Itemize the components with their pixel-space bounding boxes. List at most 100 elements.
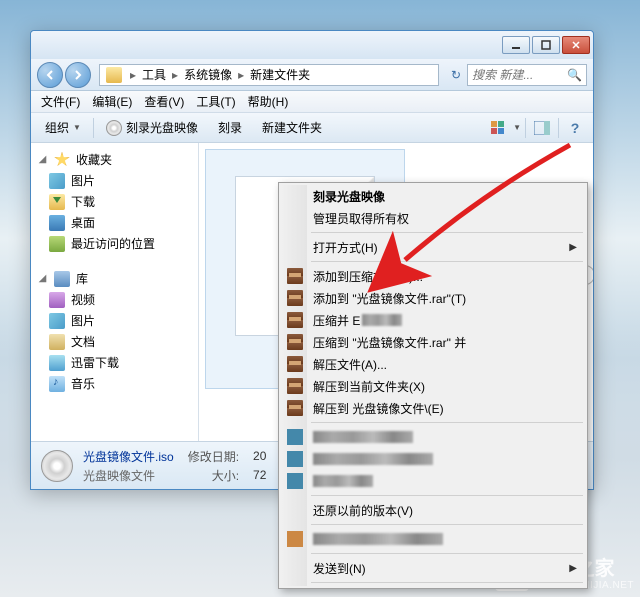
collapse-icon: ◢ xyxy=(37,273,48,284)
cm-blurred-2[interactable] xyxy=(281,448,585,470)
preview-pane-button[interactable] xyxy=(530,118,554,138)
cm-send-to[interactable]: 发送到(N)▶ xyxy=(281,557,585,579)
menu-edit[interactable]: 编辑(E) xyxy=(86,93,138,110)
cm-blurred-1[interactable] xyxy=(281,426,585,448)
divider xyxy=(93,118,94,138)
menu-separator xyxy=(311,495,583,496)
close-button[interactable] xyxy=(562,36,590,54)
music-icon xyxy=(49,376,65,392)
recent-icon xyxy=(49,236,65,252)
archive-icon xyxy=(287,400,303,416)
video-icon xyxy=(49,292,65,308)
blurred-text xyxy=(313,533,443,545)
search-input[interactable] xyxy=(472,68,567,82)
document-icon xyxy=(49,334,65,350)
app-icon xyxy=(287,531,303,547)
sidebar-label: 最近访问的位置 xyxy=(71,235,155,252)
new-folder-button[interactable]: 新建文件夹 xyxy=(254,116,330,139)
pictures-icon xyxy=(49,313,65,329)
maximize-button[interactable] xyxy=(532,36,560,54)
sidebar-label: 文档 xyxy=(71,333,95,350)
download-icon xyxy=(49,194,65,210)
desktop-icon xyxy=(49,215,65,231)
sidebar-libraries[interactable]: ◢库 xyxy=(31,268,198,289)
thunder-icon xyxy=(49,355,65,371)
toolbar: 组织▼ 刻录光盘映像 刻录 新建文件夹 ▼ ? xyxy=(31,113,593,143)
context-menu: 刻录光盘映像 管理员取得所有权 打开方式(H)▶ 添加到压缩文件(A)... 添… xyxy=(278,182,588,589)
cm-burn-image[interactable]: 刻录光盘映像 xyxy=(281,185,585,207)
sidebar-item-recent[interactable]: 最近访问的位置 xyxy=(31,233,198,254)
view-options-button[interactable] xyxy=(485,118,509,138)
help-button[interactable]: ? xyxy=(563,118,587,138)
menu-separator xyxy=(311,553,583,554)
sidebar-item-pictures[interactable]: 图片 xyxy=(31,310,198,331)
cm-blurred-3[interactable] xyxy=(281,470,585,492)
cm-add-archive[interactable]: 添加到压缩文件(A)... xyxy=(281,265,585,287)
burn-image-button[interactable]: 刻录光盘映像 xyxy=(98,116,206,139)
cm-add-to-rar[interactable]: 添加到 "光盘镜像文件.rar"(T) xyxy=(281,287,585,309)
collapse-icon: ◢ xyxy=(37,154,48,165)
minimize-button[interactable] xyxy=(502,36,530,54)
menubar: 文件(F) 编辑(E) 查看(V) 工具(T) 帮助(H) xyxy=(31,91,593,113)
cm-restore[interactable]: 还原以前的版本(V) xyxy=(281,499,585,521)
detail-filename: 光盘镜像文件.iso xyxy=(83,448,174,465)
pictures-icon xyxy=(49,173,65,189)
cm-extract-to[interactable]: 解压到 光盘镜像文件\(E) xyxy=(281,397,585,419)
blurred-text xyxy=(313,431,413,443)
archive-icon xyxy=(287,290,303,306)
blurred-text xyxy=(313,475,373,487)
cm-compress-to-and[interactable]: 压缩到 "光盘镜像文件.rar" 并 xyxy=(281,331,585,353)
cm-admin-own[interactable]: 管理员取得所有权 xyxy=(281,207,585,229)
cm-extract[interactable]: 解压文件(A)... xyxy=(281,353,585,375)
sidebar-item-music[interactable]: 音乐 xyxy=(31,373,198,394)
disc-icon xyxy=(41,450,73,482)
titlebar xyxy=(31,31,593,59)
chevron-down-icon: ▼ xyxy=(73,123,81,132)
menu-view[interactable]: 查看(V) xyxy=(138,93,190,110)
detail-filetype: 光盘映像文件 xyxy=(83,467,174,484)
detail-mod-value: 20 xyxy=(253,449,266,463)
search-box[interactable]: 🔍 xyxy=(467,64,587,86)
sidebar-label: 视频 xyxy=(71,291,95,308)
breadcrumb[interactable]: ▸ 工具 ▸ 系统镜像 ▸ 新建文件夹 xyxy=(99,64,439,86)
breadcrumb-seg[interactable]: 系统镜像 xyxy=(182,66,234,83)
menu-separator xyxy=(311,232,583,233)
sidebar-favorites[interactable]: ◢ 收藏夹 xyxy=(31,149,198,170)
sidebar-item-pictures[interactable]: 图片 xyxy=(31,170,198,191)
cm-extract-here[interactable]: 解压到当前文件夹(X) xyxy=(281,375,585,397)
forward-button[interactable] xyxy=(65,62,91,88)
chevron-right-icon: ▸ xyxy=(126,68,140,82)
sidebar-item-documents[interactable]: 文档 xyxy=(31,331,198,352)
blurred-text xyxy=(362,314,402,326)
menu-tools[interactable]: 工具(T) xyxy=(190,93,241,110)
breadcrumb-seg[interactable]: 工具 xyxy=(140,66,168,83)
sidebar-label: 音乐 xyxy=(71,375,95,392)
sidebar-item-thunder[interactable]: 迅雷下载 xyxy=(31,352,198,373)
archive-icon xyxy=(287,312,303,328)
sidebar-item-desktop[interactable]: 桌面 xyxy=(31,212,198,233)
cm-compress-and[interactable]: 压缩并 E xyxy=(281,309,585,331)
organize-button[interactable]: 组织▼ xyxy=(37,116,89,139)
sidebar-item-downloads[interactable]: 下载 xyxy=(31,191,198,212)
cm-open-with[interactable]: 打开方式(H)▶ xyxy=(281,236,585,258)
refresh-button[interactable]: ↻ xyxy=(445,64,467,86)
menu-help[interactable]: 帮助(H) xyxy=(242,93,295,110)
cm-blurred-4[interactable] xyxy=(281,528,585,550)
app-icon xyxy=(287,473,303,489)
sidebar-item-videos[interactable]: 视频 xyxy=(31,289,198,310)
burn-button[interactable]: 刻录 xyxy=(210,116,250,139)
archive-icon xyxy=(287,356,303,372)
breadcrumb-seg[interactable]: 新建文件夹 xyxy=(248,66,312,83)
library-icon xyxy=(54,271,70,287)
folder-icon xyxy=(106,67,122,83)
sidebar-label: 迅雷下载 xyxy=(71,354,119,371)
sidebar-label: 图片 xyxy=(71,312,95,329)
sidebar-label: 收藏夹 xyxy=(76,151,112,168)
menu-file[interactable]: 文件(F) xyxy=(35,93,86,110)
detail-mod-label: 修改日期: xyxy=(188,448,239,465)
back-button[interactable] xyxy=(37,62,63,88)
detail-size-label: 大小: xyxy=(188,467,239,484)
menu-separator xyxy=(311,422,583,423)
disc-icon xyxy=(106,120,122,136)
archive-icon xyxy=(287,334,303,350)
